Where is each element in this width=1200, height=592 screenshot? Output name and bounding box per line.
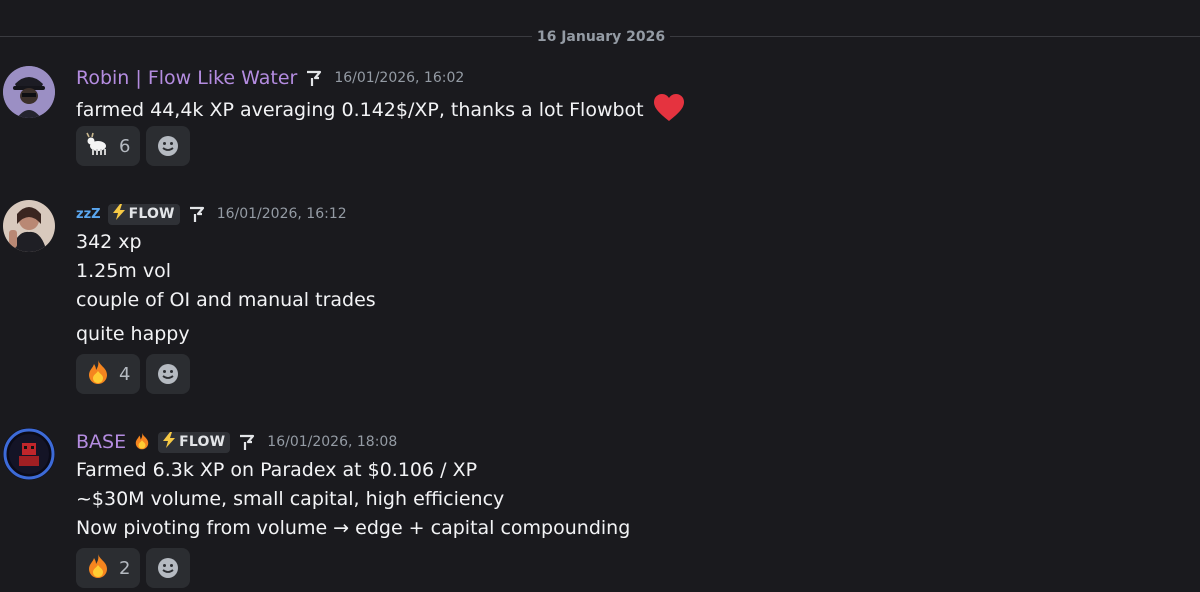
message-text: farmed 44,4k XP averaging 0.142$/XP, tha… xyxy=(76,94,684,128)
message-text: couple of OI and manual trades xyxy=(76,289,376,311)
message-text: 1.25m vol xyxy=(76,260,171,282)
app-badge-icon xyxy=(239,433,255,451)
message-header: zzZ FLOW 16/01/2026, 16:12 xyxy=(76,202,347,226)
add-reaction-button[interactable] xyxy=(146,548,191,588)
smiley-icon xyxy=(158,364,179,384)
message-text: 342 xp xyxy=(76,231,142,253)
message: BASE FLOW 16/01/2026, 18:08 Farmed 6.3k … xyxy=(0,428,1200,592)
server-tag[interactable]: FLOW xyxy=(107,203,180,225)
goat-emoji xyxy=(85,131,111,161)
fire-emoji xyxy=(85,359,111,389)
message-text: Farmed 6.3k XP on Paradex at $0.106 / XP xyxy=(76,459,478,481)
message-text: Now pivoting from volume → edge + capita… xyxy=(76,517,631,539)
message: zzZ FLOW 16/01/2026, 16:12 342 xp 1.25m … xyxy=(0,200,1200,400)
app-badge-icon xyxy=(306,69,322,87)
message-header: Robin | Flow Like Water 16/01/2026, 16:0… xyxy=(76,66,464,90)
reaction-count: 6 xyxy=(119,135,131,157)
reaction-count: 2 xyxy=(119,557,131,579)
fire-emoji xyxy=(85,553,111,583)
message-header: BASE FLOW 16/01/2026, 18:08 xyxy=(76,430,397,454)
smiley-icon xyxy=(158,558,179,578)
lightning-icon xyxy=(112,204,126,224)
chat-view: 16 January 2026 Robin | Flow Like Water … xyxy=(0,0,1200,592)
message-text: quite happy xyxy=(76,323,190,345)
heart-emoji xyxy=(653,94,684,128)
avatar[interactable] xyxy=(3,66,55,118)
timestamp[interactable]: 16/01/2026, 16:02 xyxy=(334,70,464,86)
username[interactable]: BASE xyxy=(76,431,151,453)
zzz-emoji: zzZ xyxy=(76,206,101,222)
timestamp[interactable]: 16/01/2026, 18:08 xyxy=(267,434,397,450)
server-tag[interactable]: FLOW xyxy=(158,431,231,453)
reactions-bar: 2 xyxy=(76,548,191,588)
app-badge-icon xyxy=(189,205,205,223)
message-text: ~$30M volume, small capital, high effici… xyxy=(76,488,505,510)
avatar[interactable] xyxy=(3,200,55,252)
reaction-count: 4 xyxy=(119,363,131,385)
reactions-bar: 4 xyxy=(76,354,191,394)
message: Robin | Flow Like Water 16/01/2026, 16:0… xyxy=(0,64,1200,174)
smiley-icon xyxy=(158,136,179,156)
add-reaction-button[interactable] xyxy=(146,126,191,166)
reaction-goat[interactable]: 6 xyxy=(76,126,141,166)
date-divider: 16 January 2026 xyxy=(532,27,670,47)
fire-emoji xyxy=(133,431,151,453)
add-reaction-button[interactable] xyxy=(146,354,191,394)
reaction-fire[interactable]: 4 xyxy=(76,354,141,394)
reactions-bar: 6 xyxy=(76,126,191,166)
username[interactable]: Robin | Flow Like Water xyxy=(76,67,297,89)
timestamp[interactable]: 16/01/2026, 16:12 xyxy=(217,206,347,222)
avatar[interactable] xyxy=(3,428,55,480)
lightning-icon xyxy=(162,432,176,452)
reaction-fire[interactable]: 2 xyxy=(76,548,141,588)
